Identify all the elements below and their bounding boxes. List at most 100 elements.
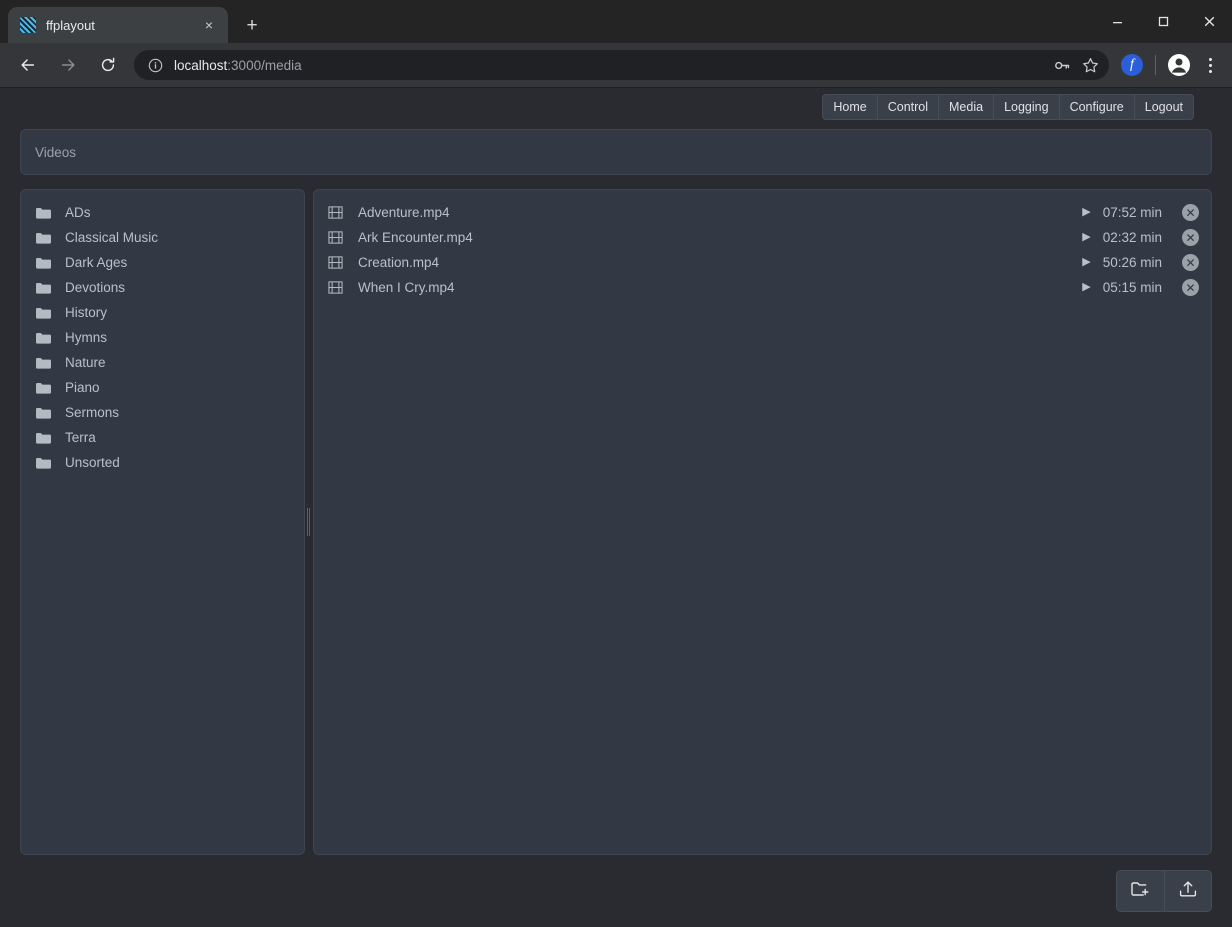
play-icon[interactable]: ▶: [1082, 232, 1090, 243]
delete-icon[interactable]: ✕: [1182, 204, 1199, 221]
folder-name: Terra: [65, 430, 96, 445]
star-icon[interactable]: [1077, 52, 1103, 78]
folder-name: ADs: [65, 205, 91, 220]
folder-icon: [35, 256, 53, 270]
folder-name: Classical Music: [65, 230, 159, 245]
folder-name: Piano: [65, 380, 100, 395]
new-folder-button[interactable]: [1116, 870, 1164, 912]
delete-icon[interactable]: ✕: [1182, 279, 1199, 296]
folder-icon: [35, 206, 53, 220]
folder-icon: [35, 406, 53, 420]
back-arrow-icon[interactable]: [13, 50, 43, 80]
folder-list-item[interactable]: Piano: [21, 375, 304, 400]
new-tab-button[interactable]: +: [238, 11, 266, 39]
file-pane: Adventure.mp4 ▶ 07:52 min ✕ Ark Encounte…: [313, 189, 1212, 855]
address-bar[interactable]: localhost:3000/media: [134, 50, 1109, 80]
site-info-icon[interactable]: [146, 56, 164, 74]
folder-name: Sermons: [65, 405, 120, 420]
url-host: localhost: [174, 57, 228, 73]
three-dot-menu-icon[interactable]: [1196, 50, 1224, 80]
folder-list-item[interactable]: Devotions: [21, 275, 304, 300]
file-meta: ▶ 02:32 min: [1082, 230, 1162, 245]
file-duration: 02:32 min: [1102, 230, 1162, 245]
browser-tab[interactable]: ffplayout ×: [8, 7, 228, 43]
video-file-icon: [328, 230, 346, 245]
omnibox-actions: [1049, 52, 1103, 78]
file-duration: 07:52 min: [1102, 205, 1162, 220]
play-icon[interactable]: ▶: [1082, 282, 1090, 293]
file-list-item[interactable]: When I Cry.mp4 ▶ 05:15 min ✕: [314, 275, 1211, 300]
nav-item-media[interactable]: Media: [938, 94, 994, 120]
upload-icon: [1177, 879, 1199, 904]
nav-item-configure[interactable]: Configure: [1058, 94, 1134, 120]
video-file-icon: [328, 205, 346, 220]
window-controls: [1094, 0, 1232, 43]
breadcrumb: Videos: [20, 129, 1212, 175]
resizer-grip-icon: [307, 508, 311, 536]
key-icon[interactable]: [1049, 52, 1075, 78]
close-tab-icon[interactable]: ×: [200, 16, 218, 34]
forward-arrow-icon[interactable]: [53, 50, 83, 80]
file-list-item[interactable]: Adventure.mp4 ▶ 07:52 min ✕: [314, 200, 1211, 225]
folder-icon: [35, 381, 53, 395]
close-window-icon[interactable]: [1186, 0, 1232, 43]
folder-list-item[interactable]: ADs: [21, 200, 304, 225]
folder-list-item[interactable]: Terra: [21, 425, 304, 450]
new-folder-icon: [1130, 879, 1152, 904]
breadcrumb-item-videos[interactable]: Videos: [35, 145, 76, 160]
video-file-icon: [328, 255, 346, 270]
file-duration: 50:26 min: [1102, 255, 1162, 270]
folder-list-item[interactable]: Classical Music: [21, 225, 304, 250]
nav-button-group: Home Control Media Logging Configure Log…: [822, 94, 1194, 120]
folder-list-item[interactable]: History: [21, 300, 304, 325]
folder-icon: [35, 456, 53, 470]
profile-avatar-icon[interactable]: [1164, 50, 1194, 80]
folder-name: Hymns: [65, 330, 108, 345]
folder-list-item[interactable]: Sermons: [21, 400, 304, 425]
play-icon[interactable]: ▶: [1082, 207, 1090, 218]
folder-icon: [35, 356, 53, 370]
file-name: Adventure.mp4: [358, 205, 450, 220]
folder-name: Nature: [65, 355, 106, 370]
file-list-item[interactable]: Ark Encounter.mp4 ▶ 02:32 min ✕: [314, 225, 1211, 250]
nav-item-logging[interactable]: Logging: [993, 94, 1059, 120]
upload-button[interactable]: [1164, 870, 1212, 912]
file-name: Creation.mp4: [358, 255, 440, 270]
folder-icon: [35, 281, 53, 295]
folder-name: Dark Ages: [65, 255, 128, 270]
nav-item-control[interactable]: Control: [876, 94, 939, 120]
page-content: Home Control Media Logging Configure Log…: [0, 88, 1232, 927]
folder-name: History: [65, 305, 108, 320]
pane-resizer[interactable]: [305, 189, 313, 855]
media-browser: ADs Classical Music Dark Ages Devotions …: [20, 189, 1212, 855]
folder-list-item[interactable]: Nature: [21, 350, 304, 375]
folder-list-item[interactable]: Unsorted: [21, 450, 304, 475]
folder-icon: [35, 431, 53, 445]
folder-icon: [35, 306, 53, 320]
maximize-icon[interactable]: [1140, 0, 1186, 43]
browser-toolbar: localhost:3000/media f: [0, 43, 1232, 88]
tab-title: ffplayout: [46, 17, 95, 33]
footer-actions: [0, 855, 1232, 927]
browser-window: ffplayout × + localhost:3000/media f Hom…: [0, 0, 1232, 927]
delete-icon[interactable]: ✕: [1182, 229, 1199, 246]
delete-icon[interactable]: ✕: [1182, 254, 1199, 271]
file-meta: ▶ 07:52 min: [1082, 205, 1162, 220]
folder-pane: ADs Classical Music Dark Ages Devotions …: [20, 189, 305, 855]
play-icon[interactable]: ▶: [1082, 257, 1090, 268]
file-list-item[interactable]: Creation.mp4 ▶ 50:26 min ✕: [314, 250, 1211, 275]
video-file-icon: [328, 280, 346, 295]
minimize-icon[interactable]: [1094, 0, 1140, 43]
extension-icon[interactable]: f: [1121, 54, 1143, 76]
nav-item-home[interactable]: Home: [822, 94, 877, 120]
folder-name: Unsorted: [65, 455, 120, 470]
folder-icon: [35, 231, 53, 245]
url-path: :3000/media: [227, 57, 302, 73]
folder-list-item[interactable]: Hymns: [21, 325, 304, 350]
file-meta: ▶ 05:15 min: [1082, 280, 1162, 295]
file-duration: 05:15 min: [1102, 280, 1162, 295]
reload-icon[interactable]: [93, 50, 123, 80]
nav-item-logout[interactable]: Logout: [1133, 94, 1194, 120]
folder-name: Devotions: [65, 280, 126, 295]
folder-list-item[interactable]: Dark Ages: [21, 250, 304, 275]
